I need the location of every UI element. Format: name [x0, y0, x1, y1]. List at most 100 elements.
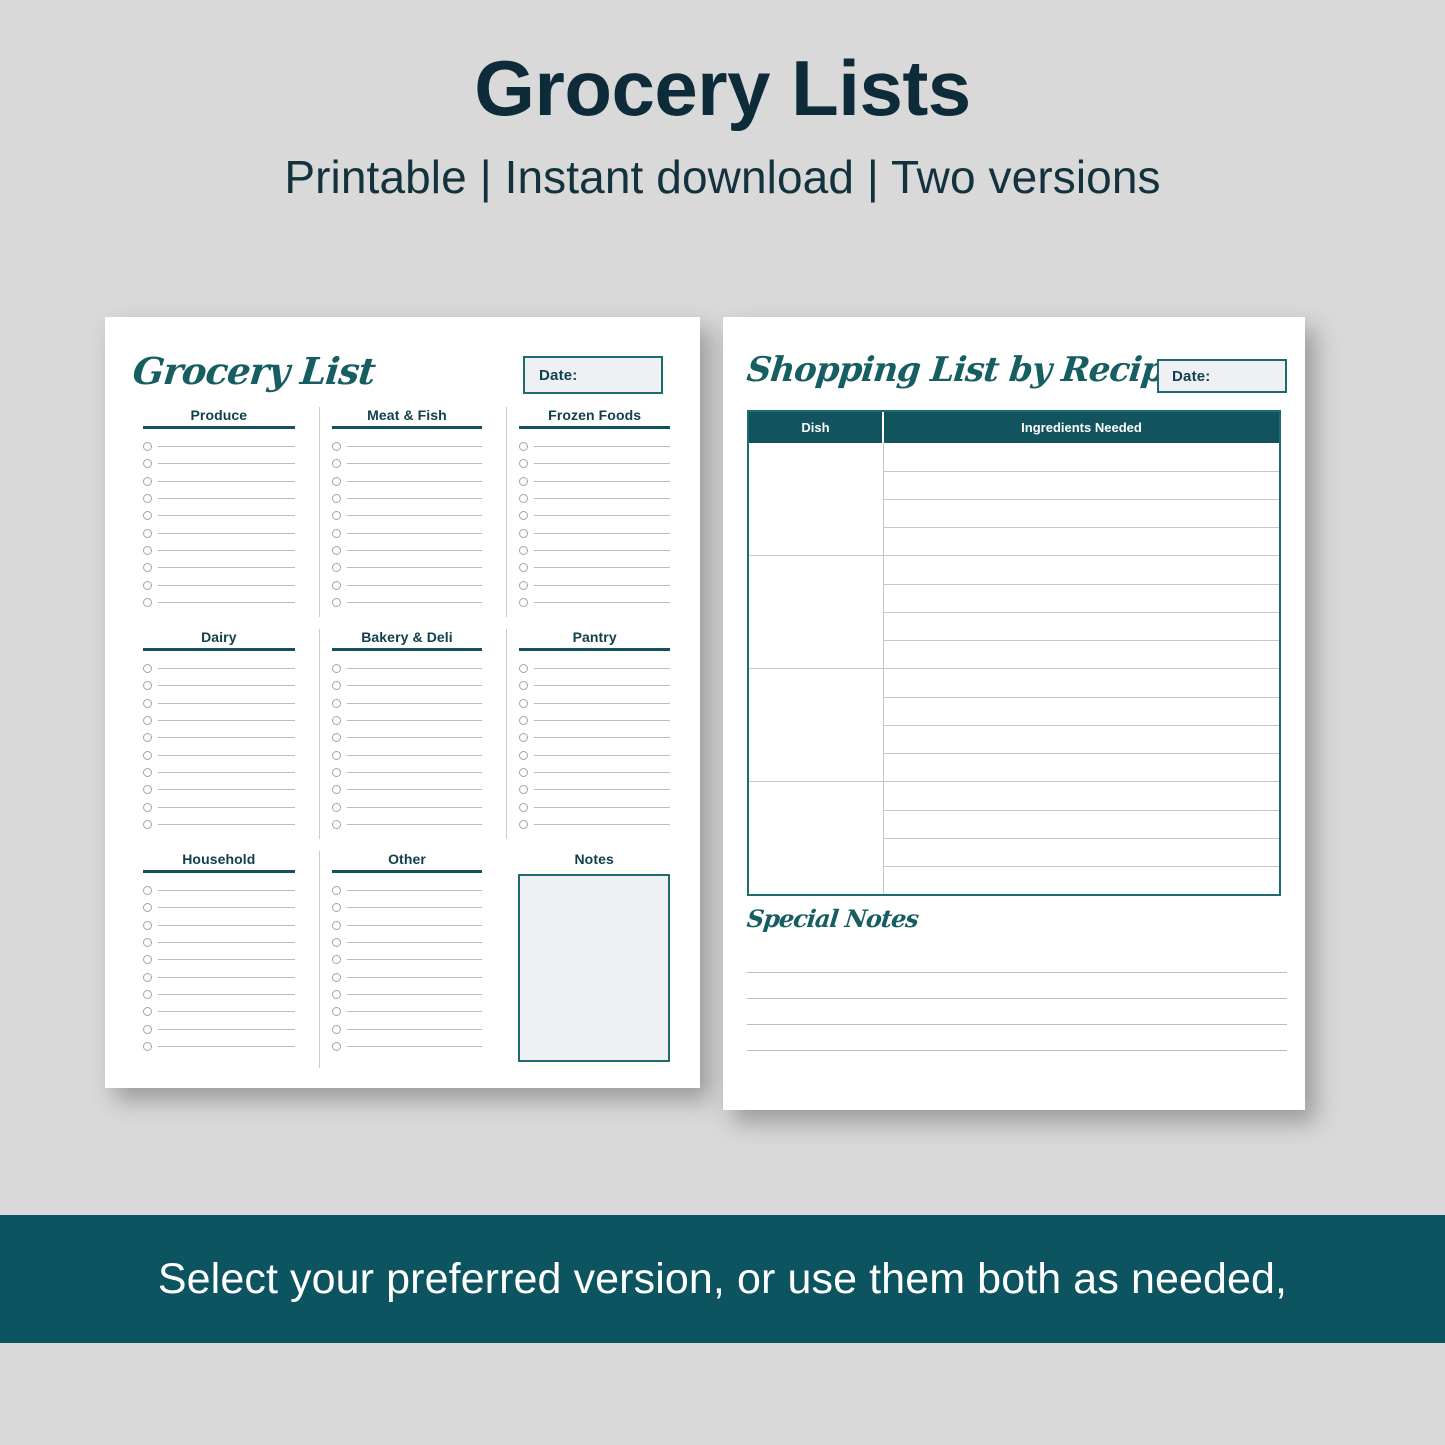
checkbox-circle-icon[interactable] — [331, 476, 341, 486]
checklist-row[interactable] — [331, 473, 483, 490]
checkbox-circle-icon[interactable] — [331, 733, 341, 743]
checklist-row[interactable] — [143, 1003, 295, 1020]
checklist-row[interactable] — [519, 660, 670, 677]
write-in-line[interactable] — [346, 584, 483, 586]
checkbox-circle-icon[interactable] — [519, 716, 529, 726]
write-in-line[interactable] — [346, 959, 483, 961]
checkbox-circle-icon[interactable] — [331, 802, 341, 812]
write-in-line[interactable] — [346, 942, 483, 944]
checklist-row[interactable] — [331, 917, 483, 934]
grocery-list-page-preview[interactable]: Grocery List Date: Produce Meat & Fish F… — [105, 317, 700, 1088]
checklist-row[interactable] — [519, 576, 670, 593]
write-in-line[interactable] — [158, 959, 295, 961]
checklist-row[interactable] — [519, 695, 670, 712]
write-in-line[interactable] — [346, 567, 483, 569]
checkbox-circle-icon[interactable] — [143, 1024, 152, 1034]
checklist-row[interactable] — [143, 677, 295, 694]
checklist-row[interactable] — [331, 951, 483, 968]
checkbox-circle-icon[interactable] — [143, 785, 152, 795]
dish-cell[interactable] — [749, 556, 884, 668]
checkbox-circle-icon[interactable] — [519, 698, 529, 708]
write-in-line[interactable] — [158, 685, 295, 687]
checkbox-circle-icon[interactable] — [143, 681, 152, 691]
checklist-row[interactable] — [143, 781, 295, 798]
checklist-row[interactable] — [331, 677, 483, 694]
checklist-row[interactable] — [143, 934, 295, 951]
checklist-row[interactable] — [331, 764, 483, 781]
checklist-row[interactable] — [143, 1020, 295, 1037]
write-in-line[interactable] — [534, 480, 670, 482]
ingredient-row[interactable] — [884, 556, 1279, 584]
checklist-row[interactable] — [143, 899, 295, 916]
checklist-row[interactable] — [331, 746, 483, 763]
write-in-line[interactable] — [158, 463, 295, 465]
checklist-row[interactable] — [331, 524, 483, 541]
write-in-line[interactable] — [346, 924, 483, 926]
checkbox-circle-icon[interactable] — [143, 698, 152, 708]
checklist-row[interactable] — [519, 594, 670, 611]
checklist-row[interactable] — [519, 764, 670, 781]
checkbox-circle-icon[interactable] — [519, 750, 529, 760]
special-notes-lines[interactable] — [747, 972, 1287, 1051]
write-in-line[interactable] — [346, 1028, 483, 1030]
checkbox-circle-icon[interactable] — [331, 750, 341, 760]
checklist-row[interactable] — [519, 455, 670, 472]
checkbox-circle-icon[interactable] — [519, 511, 529, 521]
checkbox-circle-icon[interactable] — [143, 938, 152, 948]
ingredient-row[interactable] — [884, 866, 1279, 894]
write-in-line[interactable] — [158, 584, 295, 586]
checkbox-circle-icon[interactable] — [331, 819, 341, 829]
checkbox-circle-icon[interactable] — [143, 767, 152, 777]
checklist-row[interactable] — [519, 438, 670, 455]
checklist-row[interactable] — [143, 576, 295, 593]
write-in-line[interactable] — [346, 737, 483, 739]
write-in-line[interactable] — [158, 1045, 295, 1047]
checkbox-circle-icon[interactable] — [331, 716, 341, 726]
write-in-line[interactable] — [346, 976, 483, 978]
write-in-line[interactable] — [158, 498, 295, 500]
write-in-line[interactable] — [346, 549, 483, 551]
write-in-line[interactable] — [158, 567, 295, 569]
write-in-line[interactable] — [534, 498, 670, 500]
checklist-row[interactable] — [331, 968, 483, 985]
write-in-line[interactable] — [158, 907, 295, 909]
write-in-line[interactable] — [534, 823, 670, 825]
checkbox-circle-icon[interactable] — [143, 819, 152, 829]
checkbox-circle-icon[interactable] — [519, 528, 529, 538]
write-in-line[interactable] — [158, 1011, 295, 1013]
checkbox-circle-icon[interactable] — [331, 459, 341, 469]
write-in-line[interactable] — [346, 789, 483, 791]
checkbox-circle-icon[interactable] — [331, 903, 341, 913]
checklist-row[interactable] — [331, 781, 483, 798]
checkbox-circle-icon[interactable] — [143, 733, 152, 743]
write-in-line[interactable] — [158, 924, 295, 926]
recipe-block[interactable] — [749, 781, 1279, 894]
write-in-line[interactable] — [534, 463, 670, 465]
write-in-line[interactable] — [534, 549, 670, 551]
write-in-line[interactable] — [346, 702, 483, 704]
checkbox-circle-icon[interactable] — [519, 580, 529, 590]
write-in-line[interactable] — [158, 702, 295, 704]
write-in-line[interactable] — [158, 480, 295, 482]
checklist-row[interactable] — [331, 1038, 483, 1055]
checkbox-circle-icon[interactable] — [519, 802, 529, 812]
checklist-row[interactable] — [519, 712, 670, 729]
write-in-line[interactable] — [346, 754, 483, 756]
write-in-line[interactable] — [346, 1011, 483, 1013]
write-in-line[interactable] — [158, 737, 295, 739]
checklist-row[interactable] — [331, 660, 483, 677]
checklist-row[interactable] — [519, 542, 670, 559]
recipe-block[interactable] — [749, 443, 1279, 555]
write-in-line[interactable] — [158, 720, 295, 722]
checklist-row[interactable] — [519, 559, 670, 576]
checklist-row[interactable] — [331, 816, 483, 833]
ingredient-row[interactable] — [884, 527, 1279, 555]
checklist-row[interactable] — [143, 455, 295, 472]
checklist-row[interactable] — [143, 542, 295, 559]
ingredient-row[interactable] — [884, 810, 1279, 838]
date-field-right[interactable]: Date: — [1157, 359, 1287, 393]
ingredient-row[interactable] — [884, 753, 1279, 781]
checklist-row[interactable] — [331, 576, 483, 593]
notes-write-in-line[interactable] — [747, 998, 1287, 999]
write-in-line[interactable] — [346, 685, 483, 687]
